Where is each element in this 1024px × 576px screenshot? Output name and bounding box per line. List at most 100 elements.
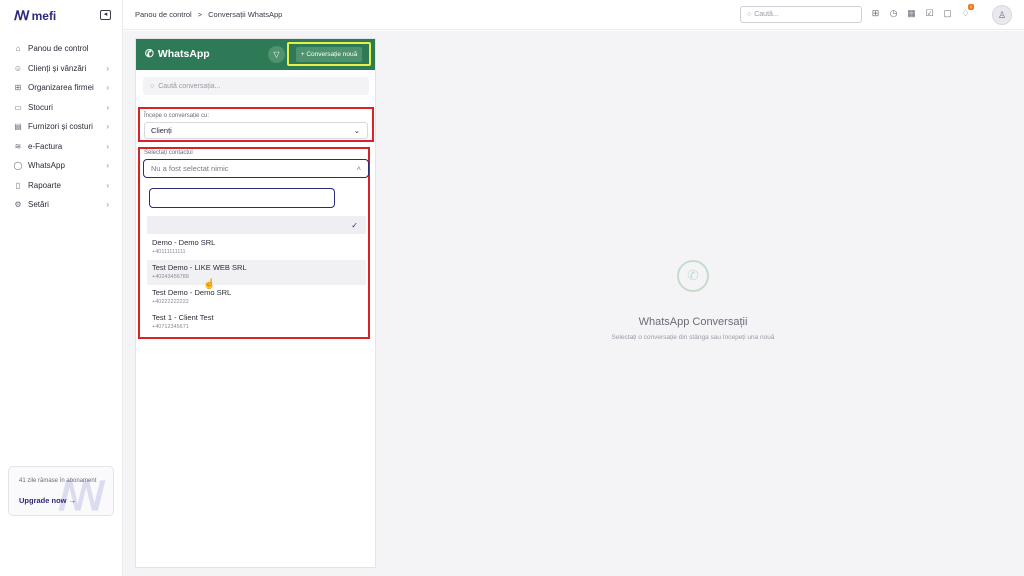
contact-select[interactable]: Nu a fost selectat nimic ˄ bbox=[143, 159, 369, 178]
sidebar-item-label: Setări bbox=[28, 200, 49, 210]
start-with-value: Clienți bbox=[151, 126, 172, 135]
contact-option-name: Test Demo - LIKE WEB SRL bbox=[152, 263, 247, 272]
whatsapp-title-text: WhatsApp bbox=[157, 48, 210, 60]
contact-option-phone: +40243456789 bbox=[152, 274, 189, 280]
sidebar-item-rapoarte[interactable]: ▯ Rapoarte › bbox=[0, 176, 123, 196]
contact-options-list: Demo - Demo SRL +40111111111 Test Demo -… bbox=[147, 235, 366, 335]
whatsapp-icon: ✆ bbox=[677, 260, 709, 292]
sidebar-item-stocuri[interactable]: ▭ Stocuri › bbox=[0, 98, 123, 118]
sidebar-item-setari[interactable]: ⚙ Setări › bbox=[0, 195, 123, 215]
contact-option[interactable]: Test 1 - Client Test +40712345671 bbox=[147, 310, 366, 335]
contact-option[interactable]: Test Demo - Demo SRL +40222222222 bbox=[147, 285, 366, 310]
empty-state-title: WhatsApp Conversații bbox=[638, 316, 748, 328]
upgrade-card: ꟿ 41 zile rămase în abonament Upgrade no… bbox=[8, 466, 114, 516]
notification-badge: 1 bbox=[968, 4, 974, 10]
breadcrumb-home[interactable]: Panou de control bbox=[135, 10, 192, 19]
chevron-right-icon: › bbox=[106, 161, 109, 171]
sidebar-item-panou-de-control[interactable]: ⌂ Panou de control bbox=[0, 39, 123, 59]
chevron-right-icon: › bbox=[106, 83, 109, 93]
collapse-sidebar-icon[interactable]: ◂ bbox=[100, 10, 111, 20]
breadcrumb: Panou de control > Conversații WhatsApp bbox=[135, 10, 282, 19]
upgrade-now-link[interactable]: Upgrade now → bbox=[19, 496, 76, 505]
chevron-right-icon: › bbox=[106, 180, 109, 190]
logo-mark-icon: ꟿ bbox=[14, 8, 30, 23]
search-placeholder: Caută... bbox=[754, 11, 779, 18]
add-icon[interactable]: ⊞ bbox=[869, 7, 882, 20]
sidebar-nav: ⌂ Panou de control ☺ Clienți și vânzări … bbox=[0, 39, 123, 215]
search-icon: ○ bbox=[150, 82, 155, 90]
breadcrumb-current: Conversații WhatsApp bbox=[208, 10, 283, 19]
box-icon: ▭ bbox=[14, 102, 22, 112]
sidebar: ꟿ mefi ◂ ⌂ Panou de control ☺ Clienți și… bbox=[0, 0, 123, 576]
contact-option-phone: +40222222222 bbox=[152, 299, 189, 305]
contact-option-name: Demo - Demo SRL bbox=[152, 238, 216, 247]
search-icon: ○ bbox=[747, 11, 752, 18]
global-search-input[interactable]: ○ Caută... bbox=[740, 6, 862, 23]
sidebar-item-label: WhatsApp bbox=[28, 161, 65, 171]
new-conversation-button[interactable]: + Conversație nouă bbox=[295, 46, 363, 62]
empty-state: ✆ WhatsApp Conversații Selectați o conve… bbox=[376, 38, 1010, 568]
chevron-right-icon: › bbox=[106, 141, 109, 151]
topbar: Panou de control > Conversații WhatsApp … bbox=[123, 0, 1024, 30]
new-conversation-highlight: + Conversație nouă bbox=[287, 42, 371, 66]
contact-option-phone: +40712345671 bbox=[152, 324, 189, 330]
breadcrumb-separator: > bbox=[197, 10, 203, 19]
gear-icon: ⚙ bbox=[14, 200, 22, 210]
start-with-section: Începe o conversație cu: Clienți ⌄ bbox=[138, 107, 374, 142]
sidebar-item-label: Clienți și vânzări bbox=[28, 63, 87, 73]
logo-text: mefi bbox=[31, 9, 57, 23]
sidebar-item-furnizori[interactable]: ▤ Furnizori și costuri › bbox=[0, 117, 123, 137]
start-with-select[interactable]: Clienți ⌄ bbox=[144, 122, 368, 139]
whatsapp-icon: ✆ bbox=[145, 48, 154, 60]
subscription-days-text: 41 zile rămase în abonament bbox=[19, 478, 97, 484]
whatsapp-title: ✆ WhatsApp bbox=[145, 48, 210, 60]
chevron-right-icon: › bbox=[106, 200, 109, 210]
sidebar-item-clienti[interactable]: ☺ Clienți și vânzări › bbox=[0, 59, 123, 79]
chevron-right-icon: › bbox=[106, 102, 109, 112]
chevron-down-icon: ⌄ bbox=[353, 126, 360, 135]
timer-icon[interactable]: ◷ bbox=[887, 7, 900, 20]
chevron-right-icon: › bbox=[106, 63, 109, 73]
contact-option[interactable]: Test Demo - LIKE WEB SRL +40243456789 bbox=[147, 260, 366, 285]
sidebar-item-whatsapp[interactable]: ◯ WhatsApp › bbox=[0, 156, 123, 176]
hand-cursor-icon: ☝ bbox=[203, 279, 216, 290]
bell-icon[interactable]: ♢ 1 bbox=[959, 4, 974, 20]
contact-select-label: Selectați contactul bbox=[144, 150, 193, 156]
sidebar-item-label: Rapoarte bbox=[28, 180, 61, 190]
sidebar-item-label: Panou de control bbox=[28, 44, 89, 54]
contact-option-name: Test 1 - Client Test bbox=[152, 313, 214, 322]
topbar-actions: ⊞ ◷ ▦ ☑ ▢ ♢ 1 bbox=[869, 4, 974, 20]
chat-icon: ◯ bbox=[13, 161, 23, 171]
sidebar-item-organizare[interactable]: ⊞ Organizarea firmei › bbox=[0, 78, 123, 98]
org-icon: ⊞ bbox=[14, 83, 22, 93]
sidebar-item-label: Organizarea firmei bbox=[28, 83, 94, 93]
invoice-icon: ≋ bbox=[14, 141, 22, 151]
report-icon: ▯ bbox=[15, 180, 21, 190]
chevron-up-icon: ˄ bbox=[356, 164, 361, 173]
conversation-search-placeholder: Caută conversația... bbox=[158, 82, 221, 90]
contact-option-name: Test Demo - Demo SRL bbox=[152, 288, 232, 297]
calendar-icon[interactable]: ▦ bbox=[905, 7, 918, 20]
tasks-icon[interactable]: ☑ bbox=[923, 7, 936, 20]
chevron-right-icon: › bbox=[106, 122, 109, 132]
contact-option[interactable]: Demo - Demo SRL +40111111111 bbox=[147, 235, 366, 260]
sidebar-item-e-factura[interactable]: ≋ e-Factura › bbox=[0, 137, 123, 157]
start-with-label: Începe o conversație cu: bbox=[144, 113, 210, 119]
whatsapp-header: ✆ WhatsApp ▽ + Conversație nouă bbox=[136, 39, 375, 70]
sidebar-item-label: Stocuri bbox=[28, 102, 53, 112]
dropdown-empty-option[interactable]: ✓ bbox=[147, 216, 366, 234]
filter-icon[interactable]: ▽ bbox=[268, 46, 285, 63]
contact-select-placeholder: Nu a fost selectat nimic bbox=[151, 164, 229, 173]
contact-select-section: Selectați contactul Nu a fost selectat n… bbox=[138, 147, 370, 339]
supplier-icon: ▤ bbox=[14, 122, 22, 132]
contact-search-input[interactable] bbox=[149, 188, 335, 208]
home-icon: ⌂ bbox=[15, 44, 21, 54]
sidebar-item-label: e-Factura bbox=[28, 141, 63, 151]
users-icon: ☺ bbox=[13, 63, 23, 73]
avatar[interactable]: ♙ bbox=[992, 5, 1012, 25]
messages-icon[interactable]: ▢ bbox=[941, 7, 954, 20]
conversation-search-input[interactable]: ○ Caută conversația... bbox=[143, 77, 369, 95]
empty-state-subtitle: Selectați o conversație din stânga sau î… bbox=[611, 334, 775, 341]
logo[interactable]: ꟿ mefi bbox=[14, 8, 56, 24]
contact-option-phone: +40111111111 bbox=[152, 249, 186, 255]
